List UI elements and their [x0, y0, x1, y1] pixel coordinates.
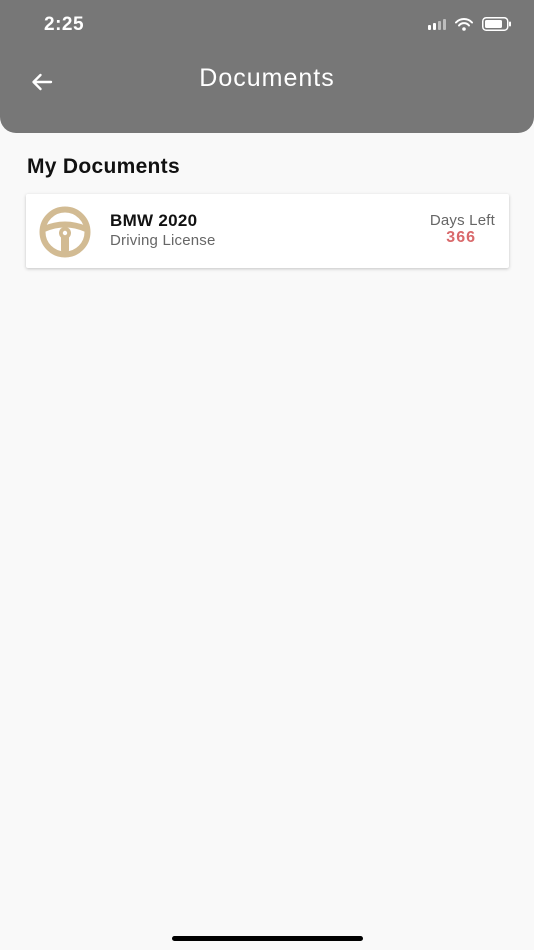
status-icons — [428, 17, 512, 31]
days-left-label: Days Left — [429, 212, 495, 229]
document-title: BMW 2020 — [110, 211, 198, 230]
days-left-value: 366 — [446, 229, 476, 246]
document-card[interactable]: BMW 2020 Driving License Days Left 366 — [26, 194, 509, 268]
section-title: My Documents — [27, 155, 180, 178]
screen: 2:25 Documents My Documents BMW 2020 Dri… — [0, 0, 534, 950]
steering-wheel-icon — [39, 206, 91, 258]
cellular-signal-icon — [428, 18, 446, 30]
battery-icon — [482, 17, 511, 31]
page-title: Documents — [199, 64, 335, 92]
app-header: 2:25 Documents — [0, 0, 534, 133]
home-indicator[interactable] — [172, 936, 363, 941]
wifi-icon — [455, 17, 473, 31]
status-time: 2:25 — [44, 14, 85, 35]
document-type: Driving License — [110, 232, 216, 249]
